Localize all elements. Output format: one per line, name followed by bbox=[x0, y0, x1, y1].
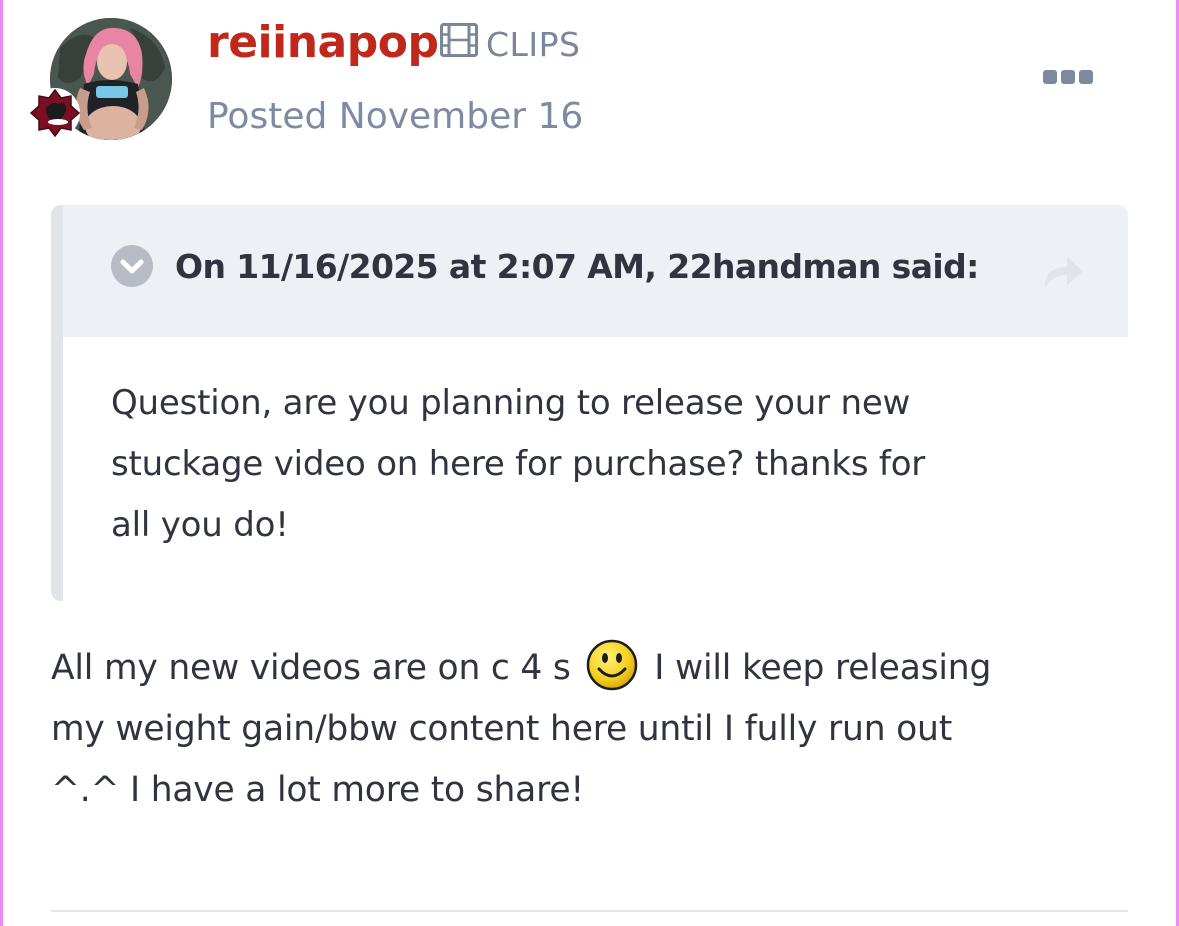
collapse-quote-button[interactable] bbox=[111, 245, 153, 287]
post-options-button[interactable] bbox=[1040, 62, 1096, 92]
quote-block: On 11/16/2025 at 2:07 AM, 22handman said… bbox=[51, 205, 1128, 601]
user-group-label: CLIPS bbox=[486, 24, 581, 64]
post-divider bbox=[51, 910, 1128, 912]
ellipsis-icon-dot-2 bbox=[1061, 70, 1075, 84]
share-arrow-icon bbox=[1045, 257, 1083, 287]
post-text: All my new videos are on c 4 s bbox=[51, 648, 571, 688]
go-to-quoted-post-link[interactable] bbox=[1041, 251, 1085, 291]
quote-line: Question, are you planning to release yo… bbox=[111, 383, 911, 423]
quote-line: stuckage video on here for purchase? tha… bbox=[111, 444, 926, 484]
post-text: I will keep releasing bbox=[654, 648, 992, 688]
quote-citation: On 11/16/2025 at 2:07 AM, 22handman said… bbox=[175, 247, 979, 286]
post-date[interactable]: Posted November 16 bbox=[207, 94, 583, 140]
ellipsis-icon-dot-3 bbox=[1079, 70, 1093, 84]
post-line: ^.^ I have a lot more to share! bbox=[51, 770, 584, 810]
rank-badge bbox=[28, 86, 82, 140]
post-line: my weight gain/bbw content here until I … bbox=[51, 709, 953, 749]
smiley-emoji-icon bbox=[586, 639, 638, 691]
quote-header: On 11/16/2025 at 2:07 AM, 22handman said… bbox=[63, 205, 1128, 337]
page-edge-left bbox=[0, 0, 3, 926]
chevron-down-icon bbox=[120, 259, 144, 274]
post-line: All my new videos are on c 4 s I will ke… bbox=[51, 638, 1131, 699]
author-avatar-wrapper[interactable] bbox=[29, 18, 172, 140]
film-icon bbox=[440, 23, 478, 65]
quote-line: all you do! bbox=[111, 505, 289, 545]
quote-text: Question, are you planning to release yo… bbox=[111, 373, 1071, 556]
user-group: CLIPS bbox=[440, 22, 581, 66]
author-username-link[interactable]: reiinapop bbox=[207, 14, 439, 72]
post-content: All my new videos are on c 4 s I will ke… bbox=[51, 638, 1131, 821]
ellipsis-icon-dot-1 bbox=[1043, 70, 1057, 84]
